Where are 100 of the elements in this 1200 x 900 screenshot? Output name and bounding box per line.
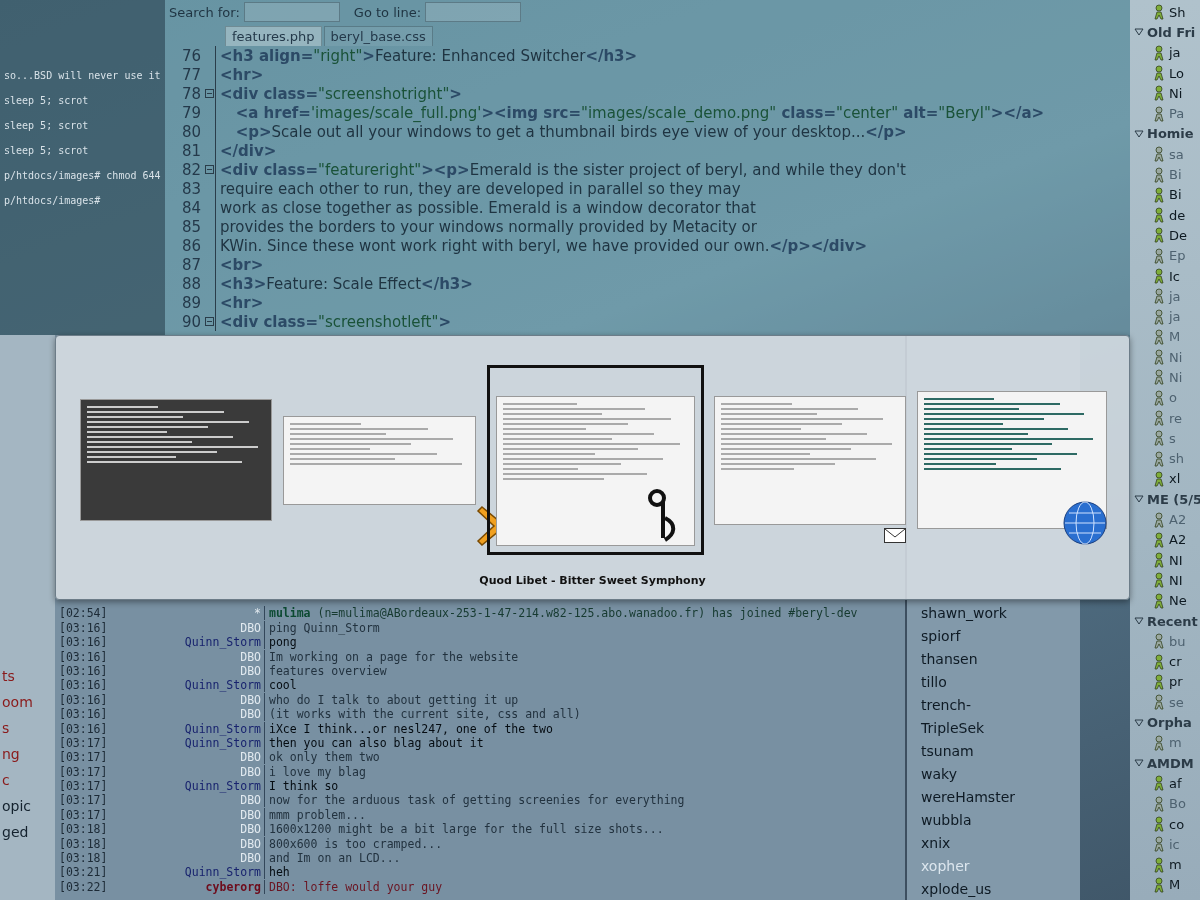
- expander-icon[interactable]: [1134, 495, 1144, 504]
- buddy-name[interactable]: s: [1169, 430, 1176, 446]
- field-label: Go to line:: [353, 4, 421, 20]
- timestamp: [03:16]: [58, 663, 109, 678]
- line-number: 85: [180, 217, 202, 236]
- file-tab[interactable]: beryl_base.css: [323, 26, 433, 46]
- buddy-name[interactable]: Ep: [1169, 248, 1186, 264]
- expander-icon[interactable]: [1134, 718, 1144, 727]
- user-item[interactable]: spiorf: [921, 624, 1080, 647]
- collapse-icon[interactable]: [204, 317, 214, 326]
- chat-message: features overview: [268, 663, 387, 678]
- chat-message: (it works with the current site, css and all): [268, 707, 581, 722]
- buddy-name[interactable]: pr: [1169, 674, 1183, 690]
- buddy-name[interactable]: A2: [1169, 512, 1187, 528]
- buddy-name[interactable]: Bi: [1169, 167, 1182, 182]
- buddy-name[interactable]: Sh: [1169, 4, 1186, 20]
- buddy-name[interactable]: Pa: [1169, 106, 1185, 122]
- buddy-name[interactable]: xl: [1169, 471, 1181, 487]
- buddy-name[interactable]: re: [1169, 410, 1183, 426]
- channel-item[interactable]: oom: [0, 694, 55, 710]
- buddy-name[interactable]: ja: [1169, 309, 1181, 325]
- timestamp: [03:17]: [58, 807, 109, 822]
- user-item[interactable]: TripleSek: [921, 716, 1080, 739]
- line-number: 84: [180, 198, 202, 217]
- group-name[interactable]: Old Fri: [1147, 24, 1196, 40]
- buddy-name[interactable]: Lo: [1169, 65, 1184, 81]
- window-thumbnail[interactable]: [495, 396, 695, 546]
- channel-item[interactable]: c: [0, 772, 55, 788]
- line-number: 82: [180, 160, 202, 179]
- buddy-name[interactable]: Ic: [1169, 268, 1180, 284]
- buddy-name[interactable]: Ni: [1169, 349, 1183, 365]
- user-item[interactable]: xplode_us: [921, 877, 1080, 900]
- user-item[interactable]: trench-: [921, 693, 1080, 716]
- window-thumbnail[interactable]: [917, 391, 1107, 529]
- buddy-name[interactable]: af: [1169, 775, 1182, 791]
- group-name[interactable]: Recent: [1147, 613, 1198, 629]
- buddy-name[interactable]: cr: [1169, 654, 1182, 670]
- buddy-name[interactable]: ja: [1169, 288, 1181, 304]
- group-name[interactable]: AMDM: [1147, 755, 1194, 771]
- channel-item[interactable]: opic: [0, 798, 55, 814]
- expander-icon[interactable]: [1134, 129, 1144, 138]
- code-line: <p>Scale out all your windows to get a thumbnail birds eye view of your desktop...</p>: [234, 122, 907, 141]
- buddy-name[interactable]: m: [1169, 857, 1182, 873]
- expander-icon[interactable]: [1134, 28, 1144, 37]
- code-line: KWin. Since these wont work right with beryl, we have provided our own.</p></div>: [219, 236, 868, 255]
- timestamp: [03:18]: [58, 851, 109, 865]
- buddy-name[interactable]: sh: [1169, 451, 1184, 467]
- user-item[interactable]: thansen: [921, 647, 1080, 670]
- timestamp: [03:16]: [58, 707, 109, 722]
- terminal-line: sleep 5; scrot: [4, 95, 90, 106]
- window-thumbnail[interactable]: [80, 399, 272, 521]
- user-item[interactable]: tillo: [921, 670, 1080, 693]
- collapse-icon[interactable]: [204, 165, 214, 174]
- buddy-name[interactable]: Bi: [1169, 187, 1182, 203]
- expander-icon[interactable]: [1134, 617, 1144, 626]
- buddy-name[interactable]: NI: [1169, 572, 1183, 588]
- line-number: 90: [180, 312, 202, 331]
- group-name[interactable]: Homie: [1147, 126, 1194, 142]
- nickname: Quinn_Storm: [111, 721, 265, 736]
- timestamp: [03:22]: [58, 879, 109, 894]
- buddy-name[interactable]: sa: [1169, 146, 1184, 162]
- user-item[interactable]: shawn_work: [921, 601, 1080, 624]
- channel-item[interactable]: s: [0, 720, 55, 736]
- window-thumbnail[interactable]: [282, 415, 476, 505]
- window-thumbnail[interactable]: [714, 395, 907, 525]
- file-tab[interactable]: features.php: [225, 26, 322, 46]
- buddy-name[interactable]: M: [1169, 877, 1181, 893]
- field-label: Search for:: [169, 4, 240, 20]
- channel-item[interactable]: ged: [0, 824, 55, 840]
- timestamp: [02:54]: [58, 606, 109, 621]
- user-item[interactable]: waky: [921, 762, 1080, 785]
- buddy-name[interactable]: A2: [1169, 532, 1187, 548]
- chat-message: I think so: [268, 779, 339, 794]
- buddy-name[interactable]: Ni: [1169, 370, 1183, 385]
- code-line: <hr>: [219, 65, 264, 84]
- expander-icon[interactable]: [1134, 759, 1144, 768]
- chat-message: now for the arduous task of getting screenies for everything: [268, 793, 685, 808]
- user-item[interactable]: tsunam: [921, 739, 1080, 762]
- user-item[interactable]: xnix: [921, 831, 1080, 854]
- user-item[interactable]: wubbla: [921, 808, 1080, 831]
- buddy-name[interactable]: o: [1169, 390, 1177, 406]
- buddy-name[interactable]: Ne: [1169, 593, 1187, 609]
- terminal-line: p/htdocs/images#: [4, 195, 102, 206]
- buddy-name[interactable]: bu: [1169, 633, 1186, 649]
- buddy-name[interactable]: M: [1169, 329, 1181, 345]
- channel-item[interactable]: ng: [0, 746, 55, 762]
- nickname: DBO: [111, 822, 265, 837]
- nickname: Quinn_Storm: [111, 678, 265, 693]
- buddy-name[interactable]: de: [1169, 207, 1186, 223]
- buddy-name[interactable]: ja: [1169, 45, 1181, 61]
- buddy-name[interactable]: co: [1169, 816, 1185, 832]
- channel-item[interactable]: ts: [0, 668, 55, 684]
- code-line: <a href='images/scale_full.png'><img src="images/scale_demo.png" class="center" alt="Beryl"></a>: [234, 103, 1045, 122]
- window-caption: Quod Libet - Bitter Sweet Symphony: [478, 574, 707, 587]
- buddy-name[interactable]: Ni: [1169, 85, 1183, 101]
- group-name[interactable]: Orpha: [1147, 715, 1192, 731]
- buddy-name[interactable]: NI: [1169, 552, 1183, 568]
- buddy-name[interactable]: De: [1169, 227, 1187, 243]
- user-item[interactable]: wereHamster: [921, 785, 1080, 808]
- collapse-icon[interactable]: [204, 89, 214, 98]
